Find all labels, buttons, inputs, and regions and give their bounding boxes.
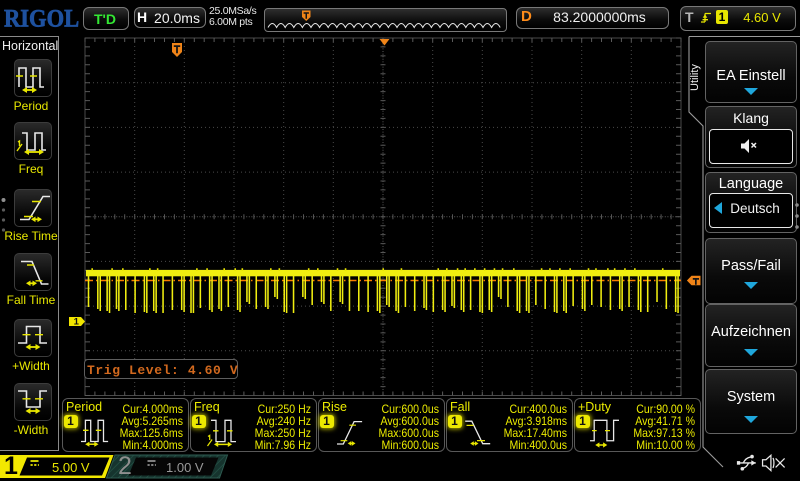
svg-text:1: 1 xyxy=(74,317,80,328)
